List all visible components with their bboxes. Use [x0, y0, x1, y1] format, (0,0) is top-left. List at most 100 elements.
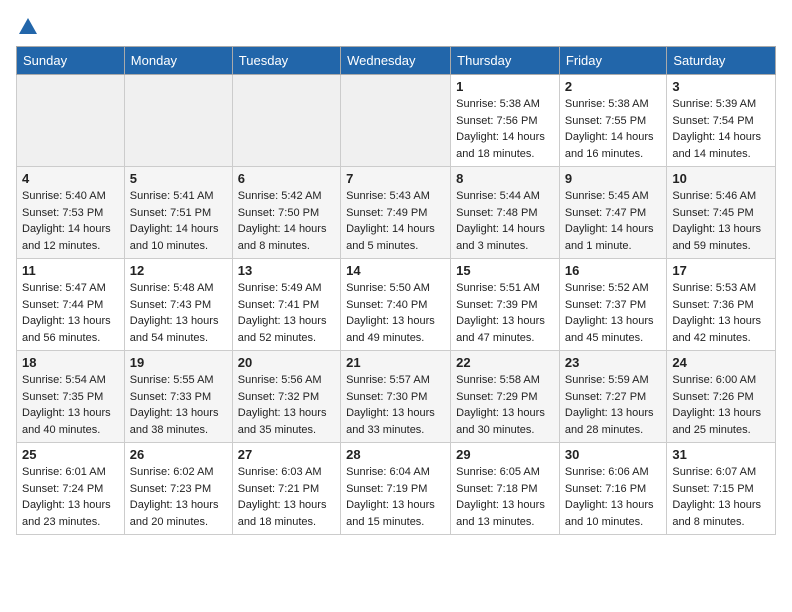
- sunrise-text: Sunrise: 5:58 AM: [456, 372, 554, 389]
- logo: [16, 16, 40, 34]
- day-number: 19: [130, 355, 227, 370]
- sunset-text: Sunset: 7:27 PM: [565, 389, 662, 406]
- day-info: Sunrise: 5:44 AMSunset: 7:48 PMDaylight:…: [456, 188, 554, 254]
- sunrise-text: Sunrise: 6:05 AM: [456, 464, 554, 481]
- daylight-text: Daylight: 13 hours: [456, 313, 554, 330]
- calendar-cell: 26 Sunrise: 6:02 AMSunset: 7:23 PMDayligh…: [124, 443, 232, 535]
- sunrise-text: Sunrise: 5:48 AM: [130, 280, 227, 297]
- sunset-text: Sunset: 7:55 PM: [565, 113, 662, 130]
- sunrise-text: Sunrise: 5:51 AM: [456, 280, 554, 297]
- day-info: Sunrise: 6:00 AMSunset: 7:26 PMDaylight:…: [672, 372, 770, 438]
- sunrise-text: Sunrise: 5:45 AM: [565, 188, 662, 205]
- calendar-cell: 13Sunrise: 5:49 AMSunset: 7:41 PMDayligh…: [232, 259, 340, 351]
- day-info: Sunrise: 6:02 AMSunset: 7:23 PMDaylight:…: [130, 464, 227, 530]
- daylight-text: and 42 minutes.: [672, 330, 770, 347]
- daylight-text: and 54 minutes.: [130, 330, 227, 347]
- calendar-cell: 6 Sunrise: 5:42 AMSunset: 7:50 PMDaylight…: [232, 167, 340, 259]
- daylight-text: and 38 minutes.: [130, 422, 227, 439]
- day-number: 15: [456, 263, 554, 278]
- sunset-text: Sunset: 7:41 PM: [238, 297, 335, 314]
- header: [16, 16, 776, 34]
- day-number: 2: [565, 79, 662, 94]
- day-number: 29: [456, 447, 554, 462]
- sunset-text: Sunset: 7:49 PM: [346, 205, 445, 222]
- day-number: 16: [565, 263, 662, 278]
- daylight-text: Daylight: 13 hours: [238, 497, 335, 514]
- sunrise-text: Sunrise: 5:54 AM: [22, 372, 119, 389]
- daylight-text: Daylight: 13 hours: [456, 497, 554, 514]
- calendar-cell: 9Sunrise: 5:45 AMSunset: 7:47 PMDaylight…: [559, 167, 667, 259]
- daylight-text: Daylight: 14 hours: [456, 129, 554, 146]
- sunset-text: Sunset: 7:44 PM: [22, 297, 119, 314]
- day-info: Sunrise: 5:38 AMSunset: 7:55 PMDaylight:…: [565, 96, 662, 162]
- day-info: Sunrise: 6:05 AMSunset: 7:18 PMDaylight:…: [456, 464, 554, 530]
- daylight-text: and 49 minutes.: [346, 330, 445, 347]
- daylight-text: Daylight: 14 hours: [346, 221, 445, 238]
- sunset-text: Sunset: 7:40 PM: [346, 297, 445, 314]
- sunrise-text: Sunrise: 6:00 AM: [672, 372, 770, 389]
- weekday-row: SundayMondayTuesdayWednesdayThursdayFrid…: [17, 47, 776, 75]
- sunrise-text: Sunrise: 6:07 AM: [672, 464, 770, 481]
- calendar-cell: 5Sunrise: 5:41 AMSunset: 7:51 PMDaylight…: [124, 167, 232, 259]
- calendar-cell: 25Sunrise: 6:01 AMSunset: 7:24 PMDayligh…: [17, 443, 125, 535]
- sunset-text: Sunset: 7:29 PM: [456, 389, 554, 406]
- sunset-text: Sunset: 7:56 PM: [456, 113, 554, 130]
- weekday-header: Friday: [559, 47, 667, 75]
- day-number: 20: [238, 355, 335, 370]
- sunset-text: Sunset: 7:18 PM: [456, 481, 554, 498]
- weekday-header: Tuesday: [232, 47, 340, 75]
- calendar-cell: 14Sunrise: 5:50 AMSunset: 7:40 PMDayligh…: [341, 259, 451, 351]
- calendar-cell: 15 Sunrise: 5:51 AMSunset: 7:39 PMDayligh…: [451, 259, 560, 351]
- day-info: Sunrise: 5:58 AMSunset: 7:29 PMDaylight:…: [456, 372, 554, 438]
- sunset-text: Sunset: 7:43 PM: [130, 297, 227, 314]
- day-number: 21: [346, 355, 445, 370]
- daylight-text: Daylight: 13 hours: [346, 405, 445, 422]
- daylight-text: Daylight: 13 hours: [672, 313, 770, 330]
- sunset-text: Sunset: 7:51 PM: [130, 205, 227, 222]
- day-info: Sunrise: 6:06 AMSunset: 7:16 PMDaylight:…: [565, 464, 662, 530]
- calendar-week: 25Sunrise: 6:01 AMSunset: 7:24 PMDayligh…: [17, 443, 776, 535]
- sunset-text: Sunset: 7:39 PM: [456, 297, 554, 314]
- day-info: Sunrise: 5:43 AMSunset: 7:49 PMDaylight:…: [346, 188, 445, 254]
- day-number: 25: [22, 447, 119, 462]
- daylight-text: Daylight: 14 hours: [565, 221, 662, 238]
- daylight-text: and 45 minutes.: [565, 330, 662, 347]
- day-number: 31: [672, 447, 770, 462]
- day-info: Sunrise: 6:04 AMSunset: 7:19 PMDaylight:…: [346, 464, 445, 530]
- sunrise-text: Sunrise: 5:46 AM: [672, 188, 770, 205]
- day-info: Sunrise: 6:07 AMSunset: 7:15 PMDaylight:…: [672, 464, 770, 530]
- day-number: 7: [346, 171, 445, 186]
- daylight-text: and 16 minutes.: [565, 146, 662, 163]
- daylight-text: and 13 minutes.: [456, 514, 554, 531]
- daylight-text: Daylight: 13 hours: [456, 405, 554, 422]
- daylight-text: Daylight: 13 hours: [672, 405, 770, 422]
- daylight-text: Daylight: 13 hours: [130, 497, 227, 514]
- daylight-text: and 15 minutes.: [346, 514, 445, 531]
- day-info: Sunrise: 5:42 AMSunset: 7:50 PMDaylight:…: [238, 188, 335, 254]
- calendar-cell: 21Sunrise: 5:57 AMSunset: 7:30 PMDayligh…: [341, 351, 451, 443]
- sunset-text: Sunset: 7:48 PM: [456, 205, 554, 222]
- calendar-body: 1Sunrise: 5:38 AMSunset: 7:56 PMDaylight…: [17, 75, 776, 535]
- sunrise-text: Sunrise: 6:01 AM: [22, 464, 119, 481]
- weekday-header: Monday: [124, 47, 232, 75]
- day-number: 10: [672, 171, 770, 186]
- day-number: 6: [238, 171, 335, 186]
- day-number: 8: [456, 171, 554, 186]
- daylight-text: and 33 minutes.: [346, 422, 445, 439]
- daylight-text: Daylight: 13 hours: [672, 497, 770, 514]
- day-info: Sunrise: 5:41 AMSunset: 7:51 PMDaylight:…: [130, 188, 227, 254]
- day-number: 26: [130, 447, 227, 462]
- daylight-text: Daylight: 13 hours: [238, 405, 335, 422]
- sunrise-text: Sunrise: 5:59 AM: [565, 372, 662, 389]
- sunrise-text: Sunrise: 5:50 AM: [346, 280, 445, 297]
- day-info: Sunrise: 5:47 AMSunset: 7:44 PMDaylight:…: [22, 280, 119, 346]
- calendar-cell: [124, 75, 232, 167]
- daylight-text: Daylight: 14 hours: [238, 221, 335, 238]
- daylight-text: and 20 minutes.: [130, 514, 227, 531]
- day-info: Sunrise: 5:56 AMSunset: 7:32 PMDaylight:…: [238, 372, 335, 438]
- day-info: Sunrise: 5:53 AMSunset: 7:36 PMDaylight:…: [672, 280, 770, 346]
- day-info: Sunrise: 6:03 AMSunset: 7:21 PMDaylight:…: [238, 464, 335, 530]
- daylight-text: and 1 minute.: [565, 238, 662, 255]
- sunrise-text: Sunrise: 5:47 AM: [22, 280, 119, 297]
- daylight-text: and 3 minutes.: [456, 238, 554, 255]
